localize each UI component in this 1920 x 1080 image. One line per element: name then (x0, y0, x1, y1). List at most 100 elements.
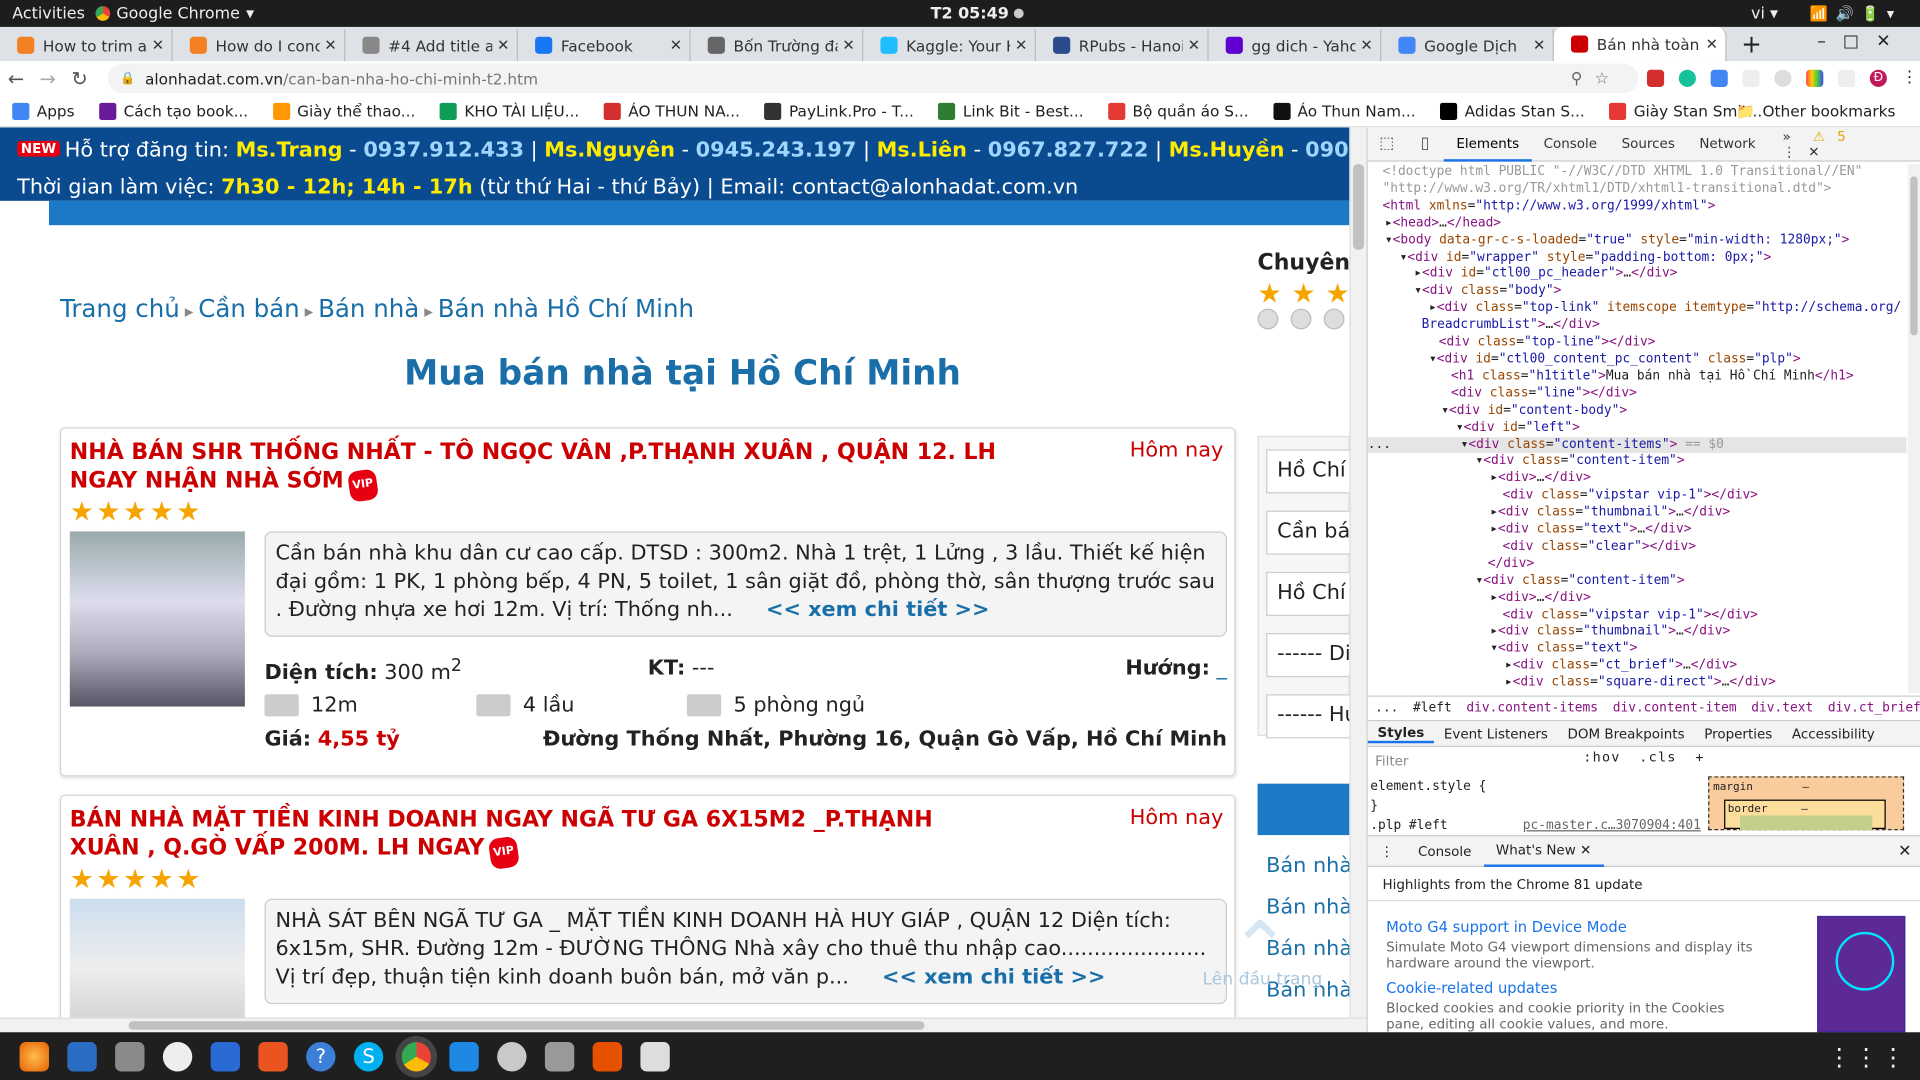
view-detail-link[interactable]: << xem chi tiết >> (882, 965, 1105, 989)
extension-icon[interactable] (1774, 69, 1792, 87)
bookmark-6[interactable]: Link Bit - Best... (938, 102, 1084, 120)
clock[interactable]: T2 05:49 (931, 4, 1024, 23)
styles-pane-tab[interactable]: Styles (1367, 724, 1435, 743)
dom-node[interactable]: "http://www.w3.org/TR/xhtml1/DTD/xhtml1-… (1368, 181, 1907, 198)
bookmark-2[interactable]: Giày thể thao... (272, 102, 415, 120)
input-language[interactable]: vi ▾ (1751, 4, 1778, 22)
page-vertical-scrollbar[interactable] (1349, 127, 1367, 1018)
tab-8[interactable]: Google Dịch ✕ (1381, 29, 1554, 62)
listing-title[interactable]: BÁN NHÀ MẶT TIỀN KINH DOANH NGAY NGÃ TƯ … (70, 806, 1001, 870)
cls-toggle[interactable]: .cls (1639, 749, 1676, 765)
dom-node[interactable]: ▾<div class="content-item"> (1368, 573, 1907, 590)
dom-node[interactable]: ▸<div class="thumbnail">…</div> (1368, 624, 1907, 641)
element-style-rule[interactable]: element.style { (1370, 776, 1701, 796)
tab-0[interactable]: How to trim a li ✕ (0, 29, 173, 62)
activities-button[interactable]: Activities (0, 4, 96, 22)
hov-toggle[interactable]: :hov (1583, 749, 1620, 765)
close-icon[interactable]: ✕ (1360, 37, 1372, 54)
listing-title[interactable]: NHÀ BÁN SHR THỐNG NHẤT - TÔ NGỌC VÂN ,P.… (70, 438, 1001, 503)
bookmark-3[interactable]: KHO TÀI LIỆU... (439, 102, 579, 120)
back-to-top-button[interactable]: ⌃ Lên đầu trang (1202, 906, 1322, 992)
page-horizontal-scrollbar[interactable] (0, 1017, 1367, 1033)
tab-3[interactable]: Facebook ✕ (518, 29, 691, 62)
close-devtools-icon[interactable]: ✕ (1808, 144, 1832, 160)
drawer-tab-whats-new[interactable]: What's New ✕ (1483, 835, 1604, 867)
close-icon[interactable]: ✕ (497, 37, 509, 54)
skype-icon[interactable]: S (353, 1041, 384, 1071)
dom-node[interactable]: ▾<body data-gr-c-s-loaded="true" style="… (1368, 232, 1907, 249)
dom-node[interactable]: ▸<div class="text">…</div> (1368, 522, 1907, 539)
listing-thumbnail[interactable] (69, 531, 245, 707)
styles-pane-tab[interactable]: Event Listeners (1434, 726, 1558, 742)
drawer-tab-console[interactable]: Console (1406, 843, 1484, 859)
tab-4[interactable]: Bốn Trường đại ✕ (691, 29, 864, 62)
other-bookmarks[interactable]: 📁 Other bookmarks (1736, 101, 1895, 121)
dom-node[interactable]: <div class="top-line"></div> (1368, 334, 1907, 351)
extension-icon[interactable] (1646, 69, 1665, 87)
sidebar-link[interactable]: Bán nhà (1266, 845, 1349, 887)
breadcrumb-link[interactable]: Bán nhà Hồ Chí Minh (438, 294, 694, 323)
back-icon[interactable]: ← (0, 67, 32, 90)
dom-crumb[interactable]: ... (1375, 700, 1398, 715)
dom-node[interactable]: <html xmlns="http://www.w3.org/1999/xhtm… (1368, 198, 1907, 215)
dom-crumb[interactable]: div.content-items (1466, 700, 1598, 715)
close-icon[interactable]: ✕ (1188, 37, 1200, 54)
device-toggle-icon[interactable]: ▯ (1406, 135, 1444, 153)
sidebar-rating-radios[interactable] (1257, 308, 1350, 335)
drawer-menu-icon[interactable]: ⋮ (1368, 843, 1406, 859)
dom-crumb[interactable]: div.content-item (1613, 700, 1737, 715)
devtools-tab[interactable]: Sources (1609, 127, 1687, 161)
close-icon[interactable]: ✕ (1706, 36, 1718, 53)
devtools-tab[interactable]: Console (1531, 127, 1609, 161)
radio-button[interactable] (1323, 308, 1345, 330)
filter-select[interactable]: Hồ Chí I (1266, 571, 1350, 616)
dom-node[interactable]: <div class="vipstar vip-1"></div> (1368, 488, 1907, 505)
inspect-icon[interactable]: ⬚ (1368, 135, 1406, 153)
dom-tree[interactable]: <!doctype html PUBLIC "-//W3C//DTD XHTML… (1367, 164, 1907, 693)
news-item[interactable]: Cookie-related updates Blocked cookies an… (1386, 980, 1753, 1033)
new-tab-button[interactable]: + (1727, 29, 1777, 61)
sidebar-rating-stars[interactable]: ★★★ (1258, 279, 1350, 310)
bookmark-8[interactable]: Áo Thun Nam... (1273, 102, 1416, 120)
vscode-icon[interactable] (449, 1041, 479, 1071)
devtools-tab[interactable]: Elements (1444, 127, 1532, 162)
document-viewer-icon[interactable] (592, 1041, 623, 1071)
dom-node[interactable]: ▾<div class="content-item"> (1368, 454, 1907, 471)
listing-thumbnail[interactable] (69, 898, 245, 1018)
bookmark-1[interactable]: Cách tạo book... (99, 102, 248, 120)
warnings-badge[interactable]: ⚠5 (1813, 128, 1858, 144)
dom-node[interactable]: ▾<div id="wrapper" style="padding-bottom… (1368, 249, 1907, 266)
forward-icon[interactable]: → (32, 67, 64, 90)
bookmark-4[interactable]: ÁO THUN NA... (603, 102, 740, 120)
styles-pane-tab[interactable]: Accessibility (1782, 726, 1884, 742)
dom-crumb[interactable]: div.ct_brief (1828, 700, 1920, 715)
news-title[interactable]: Cookie-related updates (1386, 980, 1753, 997)
dom-node[interactable]: ▸<div>…</div> (1368, 471, 1907, 488)
tab-7[interactable]: gg dich - Yahoo ✕ (1209, 29, 1382, 62)
dom-node[interactable]: ▾<div class="text"> (1368, 641, 1907, 658)
close-icon[interactable]: ✕ (152, 37, 164, 54)
dom-node[interactable]: ▸<div id="ctl00_pc_header">…</div> (1368, 266, 1907, 283)
tab-2[interactable]: #4 Add title and ✕ (345, 29, 518, 62)
filter-select[interactable]: Cần bán (1266, 510, 1350, 555)
screenshot-icon[interactable] (544, 1041, 575, 1071)
dom-node[interactable]: <h1 class="h1title">Mua bán nhà tại Hồ C… (1368, 368, 1907, 385)
bookmark-0[interactable]: Apps (12, 102, 75, 120)
close-drawer-icon[interactable]: ✕ (1898, 842, 1911, 860)
dom-node[interactable]: BreadcrumbList">…</div> (1368, 317, 1907, 334)
firefox-icon[interactable] (19, 1041, 49, 1071)
news-title[interactable]: Moto G4 support in Device Mode (1386, 918, 1753, 935)
software-icon[interactable] (258, 1041, 288, 1071)
extension-icon[interactable] (1742, 69, 1760, 87)
styles-pane-tab[interactable]: DOM Breakpoints (1558, 726, 1695, 742)
tab-6[interactable]: RPubs - Hanoi H ✕ (1036, 29, 1209, 62)
files-icon[interactable] (115, 1041, 145, 1071)
add-rule-icon[interactable]: + (1695, 749, 1704, 765)
radio-button[interactable] (1290, 308, 1312, 330)
app-menu[interactable]: Google Chrome ▾ (95, 4, 255, 23)
dom-crumb[interactable]: #left (1413, 700, 1452, 715)
bookmark-7[interactable]: Bộ quần áo S... (1108, 102, 1249, 120)
close-window-icon[interactable]: ✕ (1876, 32, 1908, 52)
tab-1[interactable]: How do I concat✕ (173, 29, 346, 62)
bookmark-star-icon[interactable]: ☆ (1595, 69, 1622, 87)
